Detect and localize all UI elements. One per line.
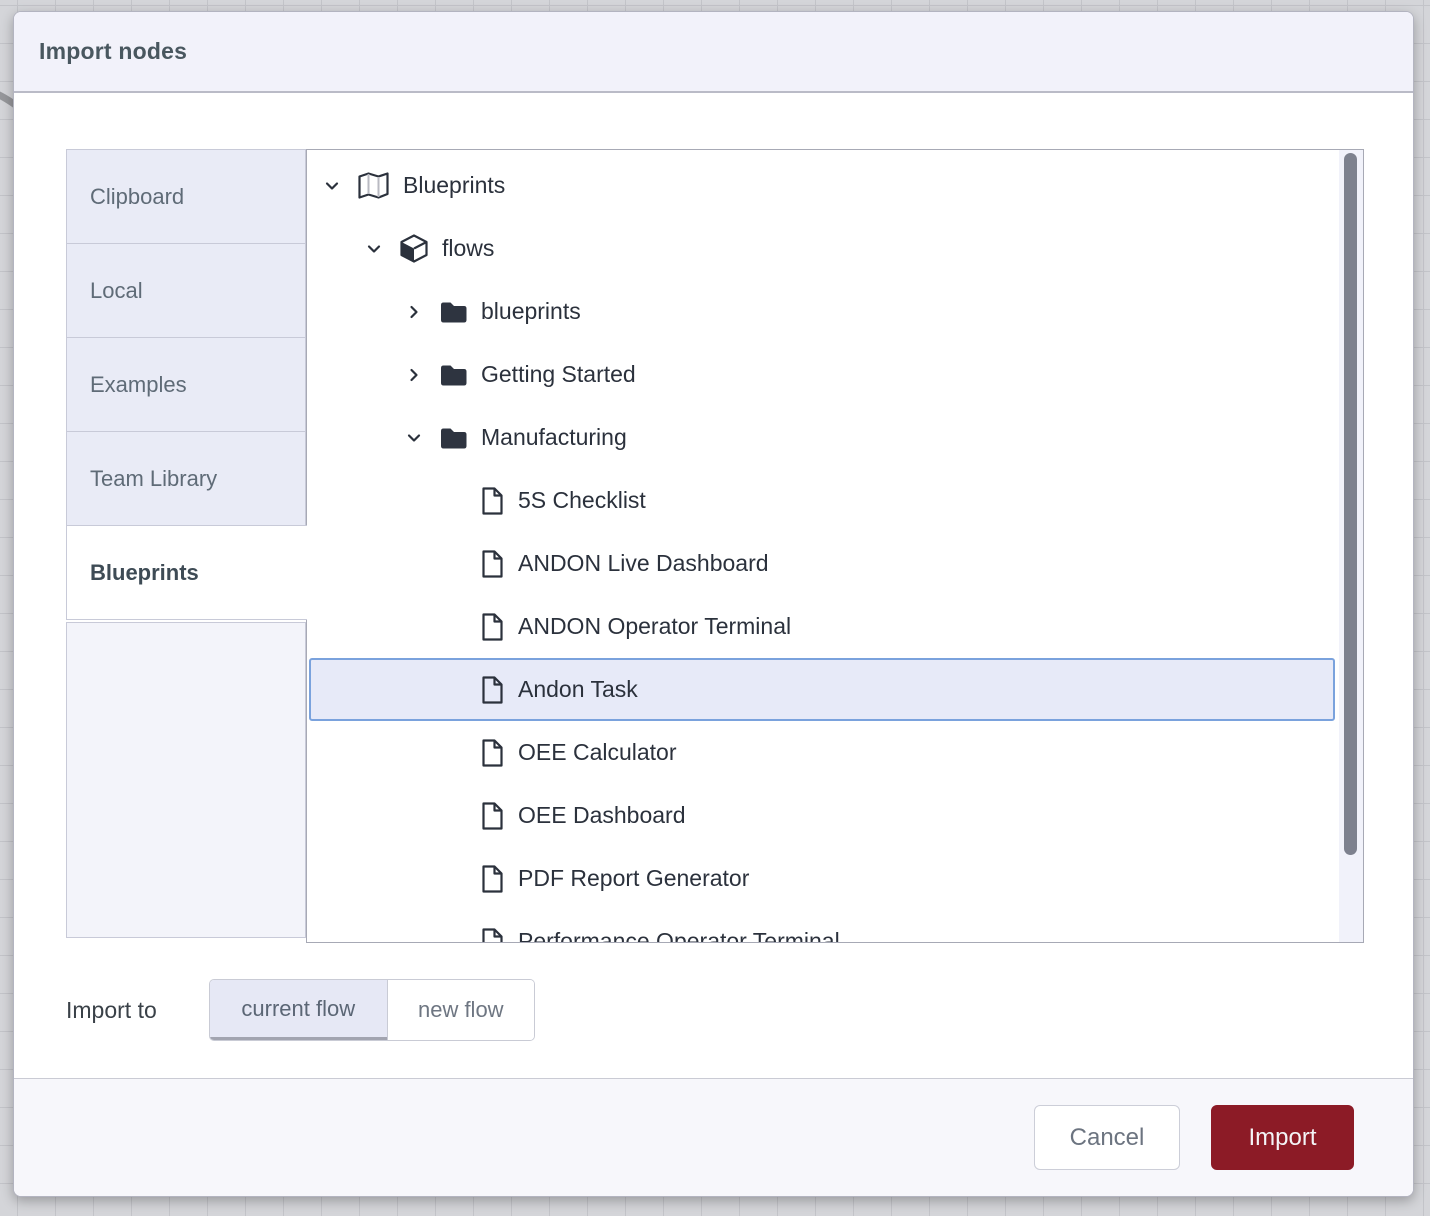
tree-item-andon-live-dashboard[interactable]: ANDON Live Dashboard bbox=[309, 532, 1335, 595]
tree-item-label: ANDON Live Dashboard bbox=[518, 550, 769, 577]
tree-item-pdf-report-generator[interactable]: PDF Report Generator bbox=[309, 847, 1335, 910]
tree-item-label: OEE Calculator bbox=[518, 739, 677, 766]
tree-item-label: Performance Operator Terminal bbox=[518, 928, 840, 943]
folder-icon bbox=[440, 301, 467, 323]
cube-icon bbox=[400, 234, 428, 263]
tree-item-getting-started[interactable]: Getting Started bbox=[309, 343, 1335, 406]
tree-item-manufacturing[interactable]: Manufacturing bbox=[309, 406, 1335, 469]
new-flow-button[interactable]: new flow bbox=[387, 980, 534, 1040]
tree-item-label: flows bbox=[442, 235, 494, 262]
import-nodes-dialog: Import nodes Clipboard Local Examples Te… bbox=[13, 11, 1414, 1197]
tree-item-blueprints-folder[interactable]: blueprints bbox=[309, 280, 1335, 343]
tree-item-blueprints-root[interactable]: Blueprints bbox=[309, 154, 1335, 217]
file-icon bbox=[481, 487, 504, 515]
tab-clipboard[interactable]: Clipboard bbox=[66, 149, 306, 244]
file-icon bbox=[481, 865, 504, 893]
import-destination-toggle: current flow new flow bbox=[209, 979, 535, 1041]
tabs-filler bbox=[66, 622, 306, 938]
tree-item-label: ANDON Operator Terminal bbox=[518, 613, 791, 640]
tab-label: Clipboard bbox=[90, 184, 184, 210]
tab-label: Team Library bbox=[90, 466, 217, 492]
import-button[interactable]: Import bbox=[1211, 1105, 1354, 1170]
dialog-footer: Cancel Import bbox=[14, 1078, 1413, 1196]
tree-item-label: Blueprints bbox=[403, 172, 505, 199]
tab-label: Examples bbox=[90, 372, 187, 398]
dialog-header: Import nodes bbox=[14, 12, 1413, 93]
file-icon bbox=[481, 739, 504, 767]
file-icon bbox=[481, 550, 504, 578]
import-to-label: Import to bbox=[66, 997, 157, 1024]
dialog-title: Import nodes bbox=[39, 38, 187, 65]
tab-label: Blueprints bbox=[90, 560, 199, 586]
file-icon bbox=[481, 676, 504, 704]
tree-item-label: 5S Checklist bbox=[518, 487, 646, 514]
tree-item-performance-operator-terminal[interactable]: Performance Operator Terminal bbox=[309, 910, 1335, 943]
file-icon bbox=[481, 613, 504, 641]
chevron-down-icon[interactable] bbox=[322, 176, 342, 196]
tree-item-oee-calculator[interactable]: OEE Calculator bbox=[309, 721, 1335, 784]
import-destination-row: Import to current flow new flow bbox=[66, 979, 535, 1041]
tree-item-label: Manufacturing bbox=[481, 424, 627, 451]
folder-icon bbox=[440, 364, 467, 386]
tree-item-andon-task[interactable]: Andon Task bbox=[309, 658, 1335, 721]
file-icon bbox=[481, 928, 504, 944]
library-tree: Blueprints flows bbox=[306, 149, 1364, 943]
tree-item-label: PDF Report Generator bbox=[518, 865, 749, 892]
library-source-tabs: Clipboard Local Examples Team Library Bl… bbox=[66, 149, 306, 938]
tree-item-label: Getting Started bbox=[481, 361, 636, 388]
tree-scrollbar[interactable] bbox=[1339, 150, 1363, 942]
tree-item-andon-operator-terminal[interactable]: ANDON Operator Terminal bbox=[309, 595, 1335, 658]
tree-item-5s-checklist[interactable]: 5S Checklist bbox=[309, 469, 1335, 532]
tab-blueprints[interactable]: Blueprints bbox=[66, 525, 307, 620]
chevron-down-icon[interactable] bbox=[364, 239, 384, 259]
chevron-down-icon[interactable] bbox=[404, 428, 424, 448]
scrollbar-thumb[interactable] bbox=[1344, 153, 1357, 855]
tree-item-flows[interactable]: flows bbox=[309, 217, 1335, 280]
tree-item-label: Andon Task bbox=[518, 676, 638, 703]
cancel-button[interactable]: Cancel bbox=[1034, 1105, 1180, 1170]
chevron-right-icon[interactable] bbox=[404, 302, 424, 322]
tree-rows: Blueprints flows bbox=[307, 150, 1363, 943]
tree-item-label: OEE Dashboard bbox=[518, 802, 685, 829]
folder-icon bbox=[440, 427, 467, 449]
tree-item-oee-dashboard[interactable]: OEE Dashboard bbox=[309, 784, 1335, 847]
file-icon bbox=[481, 802, 504, 830]
tab-label: Local bbox=[90, 278, 143, 304]
tab-local[interactable]: Local bbox=[66, 243, 306, 338]
current-flow-button[interactable]: current flow bbox=[210, 980, 387, 1040]
dialog-body: Clipboard Local Examples Team Library Bl… bbox=[14, 93, 1413, 1078]
tab-examples[interactable]: Examples bbox=[66, 337, 306, 432]
tree-item-label: blueprints bbox=[481, 298, 581, 325]
map-icon bbox=[358, 172, 389, 199]
tab-team-library[interactable]: Team Library bbox=[66, 431, 306, 526]
chevron-right-icon[interactable] bbox=[404, 365, 424, 385]
